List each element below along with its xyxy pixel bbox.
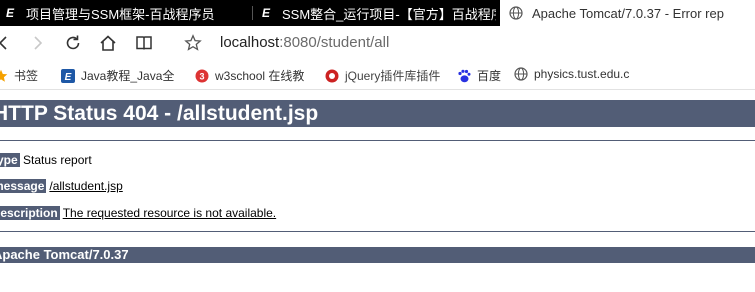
message-value: /allstudent.jsp [49,179,123,193]
reload-button[interactable] [61,31,85,55]
globe-icon [508,6,524,20]
divider [0,231,755,232]
tab-ssm-run-project[interactable]: E SSM整合_运行项目-【官方】百战程序 [258,0,496,26]
bookmark-baidu[interactable]: 百度 [457,67,501,84]
tab-label: Apache Tomcat/7.0.37 - Error rep [532,5,724,21]
bookmark-label: jQuery插件库插件 [345,69,441,83]
tab-label: 项目管理与SSM框架-百战程序员 [26,6,215,22]
tab-ssm-framework[interactable]: E 项目管理与SSM框架-百战程序员 [2,0,247,26]
svg-text:E: E [65,72,72,83]
tab-divider [252,6,253,20]
globe-icon [514,67,528,81]
tab-label: SSM整合_运行项目-【官方】百战程序 [282,6,496,22]
type-row: type Status report [0,153,92,167]
bookmark-w3school[interactable]: 3 w3school 在线教 [195,67,304,84]
bookmark-label: 百度 [477,69,502,83]
type-value: Status report [23,153,92,167]
baidu-paw-icon [458,69,471,82]
page-title: HTTP Status 404 - /allstudent.jsp [0,100,755,127]
e-logo-icon: E [61,68,75,83]
server-footer: Apache Tomcat/7.0.37 [0,247,755,263]
e-logo-icon: E [261,6,270,20]
bookmark-label: 书签 [14,69,39,83]
description-value: The requested resource is not available. [62,206,277,220]
reading-mode-button[interactable] [132,31,156,55]
w3school-icon: 3 [195,69,209,82]
navigation-bar: localhost:8080/student/all [0,26,755,60]
description-row: descriptionThe requested resource is not… [0,206,276,220]
description-label: description [0,206,60,220]
divider [0,140,755,141]
bookmark-label: Java教程_Java全 [81,69,175,83]
bookmark-jquery[interactable]: jQuery插件库插件 [325,67,440,84]
star-icon [0,69,8,82]
book-icon [136,36,152,50]
message-label: message [0,179,47,193]
page-content: HTTP Status 404 - /allstudent.jsp type S… [0,90,755,292]
home-button[interactable] [96,31,120,55]
forward-button[interactable] [25,31,49,55]
back-arrow-icon [0,36,7,50]
address-bar[interactable]: localhost:8080/student/all [220,34,389,51]
forward-arrow-icon [34,36,43,50]
reload-icon [66,35,80,50]
back-button[interactable] [0,31,16,55]
type-label: type [0,153,20,167]
url-path: :8080/student/all [279,34,390,51]
svg-text:3: 3 [199,71,204,81]
bookmark-java-tutorial[interactable]: E Java教程_Java全 [61,67,174,84]
tab-tomcat-error[interactable]: Apache Tomcat/7.0.37 - Error rep [500,0,755,26]
jquery-icon [325,69,339,82]
bookmark-label: physics.tust.edu.c [534,67,630,81]
bookmarks-bar: 书签 E Java教程_Java全 3 w3school 在线教 jQuery插… [0,60,755,90]
bookmark-label: w3school 在线教 [215,69,305,83]
home-icon [100,35,116,51]
bookmark-physics-tust[interactable]: physics.tust.edu.c [514,67,629,81]
e-logo-icon: E [5,6,14,20]
url-host: localhost [220,34,280,51]
tab-strip: E 项目管理与SSM框架-百战程序员 E SSM整合_运行项目-【官方】百战程序… [0,0,755,26]
message-row: message/allstudent.jsp [0,179,123,193]
bookmark-folder[interactable]: 书签 [0,67,38,84]
bookmark-star-button[interactable] [181,31,205,55]
star-outline-icon [184,34,202,51]
